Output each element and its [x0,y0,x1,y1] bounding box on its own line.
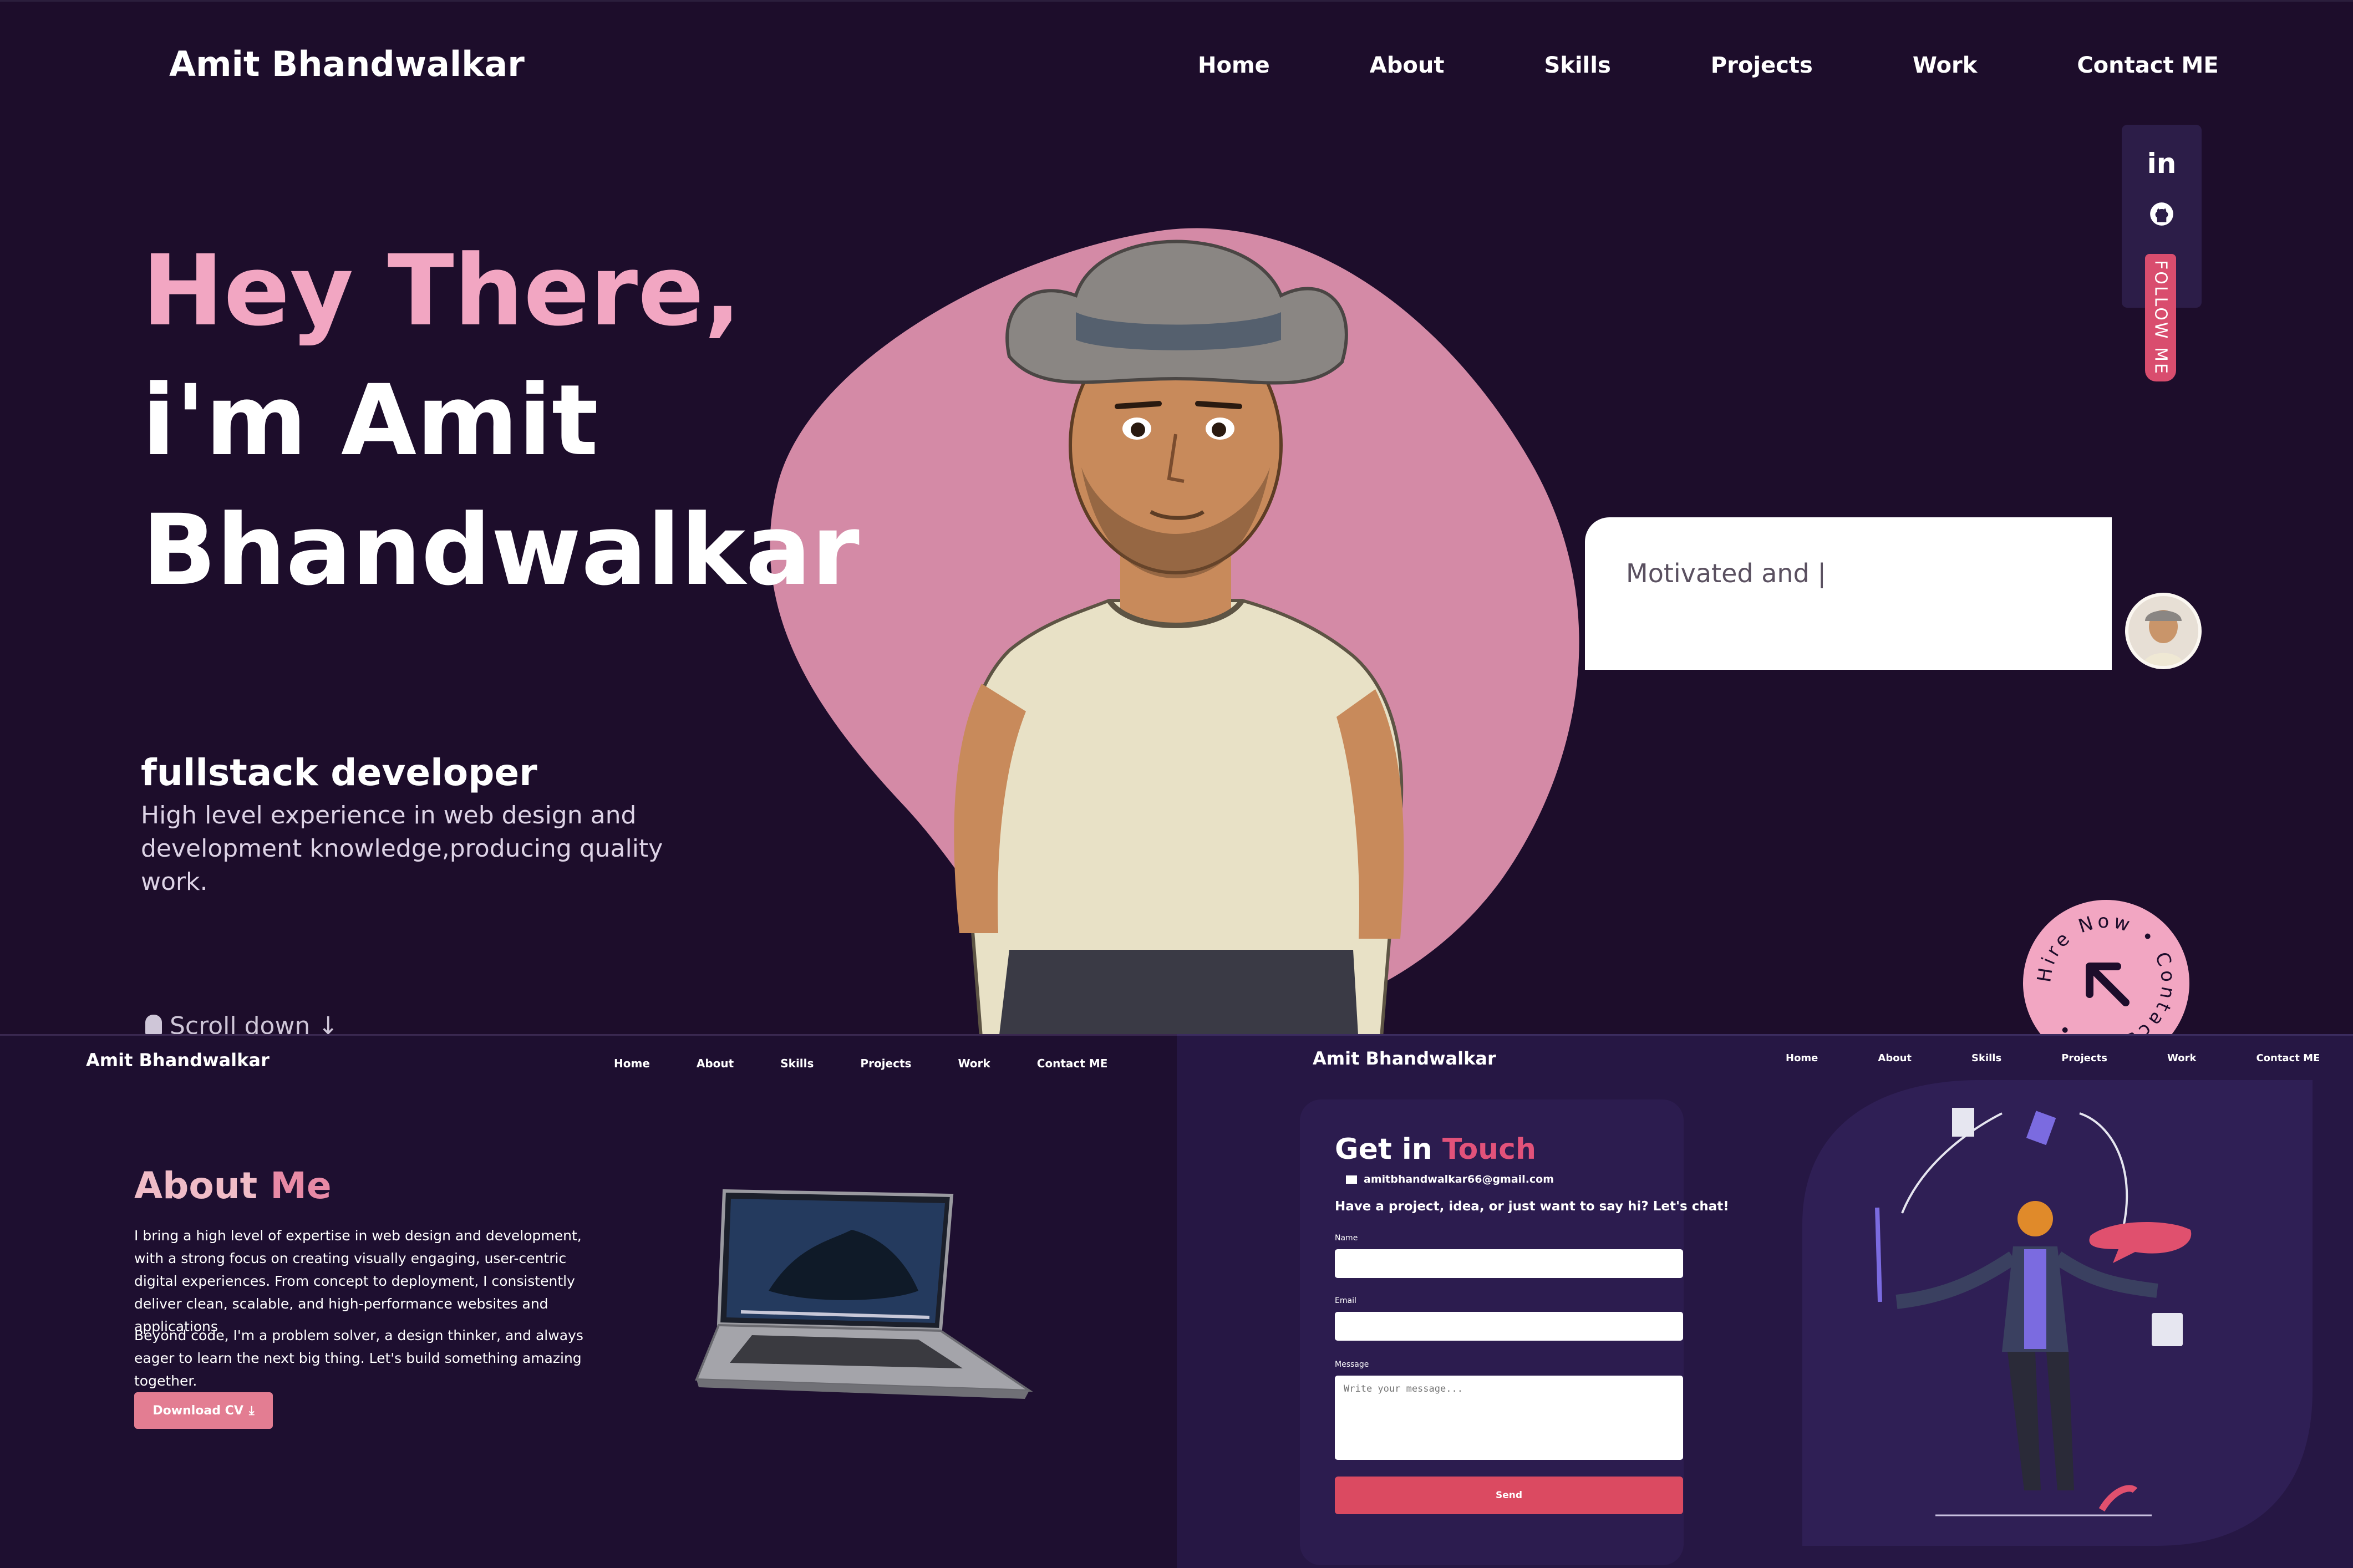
contact-pitch: Have a project, idea, or just want to sa… [1335,1199,1729,1214]
nav-skills[interactable]: Skills [1544,53,1610,78]
about-heading: About Me [134,1164,332,1207]
main-nav: Home About Skills Projects Work Contact … [614,1057,1107,1070]
site-brand[interactable]: Amit Bhandwalkar [169,44,525,84]
email-label: Email [1335,1296,1356,1305]
contact-email-text: amitbhandwalkar66@gmail.com [1364,1173,1554,1185]
hero-role-description: High level experience in web design and … [141,801,663,896]
nav-contact[interactable]: Contact ME [1037,1057,1108,1070]
hero-role: fullstack developer [141,751,537,794]
contact-section: Amit Bhandwalkar Home About Skills Proje… [1177,1034,2353,1568]
email-field[interactable] [1335,1312,1683,1341]
name-field[interactable] [1335,1249,1683,1278]
download-icon: ⤓ [248,1403,255,1418]
svg-text:Hire Now • Contact Me •: Hire Now • Contact Me • [2033,910,2179,1034]
avatar [2125,593,2202,669]
nav-projects[interactable]: Projects [1711,53,1813,78]
about-section: Amit Bhandwalkar Home About Skills Proje… [0,1034,1177,1568]
contact-heading-word2: Touch [1442,1133,1537,1166]
nav-home[interactable]: Home [614,1057,650,1070]
name-label: Name [1335,1234,1358,1243]
scroll-down-label: Scroll down [170,1012,311,1034]
contact-email[interactable]: amitbhandwalkar66@gmail.com [1346,1173,1554,1185]
nav-home[interactable]: Home [1198,53,1270,78]
message-label: Message [1335,1360,1369,1369]
linkedin-icon[interactable]: in [2145,147,2178,180]
nav-contact[interactable]: Contact ME [2077,53,2218,78]
nav-work[interactable]: Work [1913,53,1978,78]
site-brand[interactable]: Amit Bhandwalkar [86,1050,270,1071]
nav-work[interactable]: Work [958,1057,990,1070]
nav-projects[interactable]: Projects [860,1057,911,1070]
hero-section: Amit Bhandwalkar Home About Skills Proje… [0,0,2353,1034]
hire-badge-text: Hire Now • Contact Me • [2033,910,2176,1034]
download-cv-label: Download CV [153,1403,243,1418]
typing-text: Motivated and | [1626,558,1826,588]
contact-heading-word1: Get in [1335,1133,1432,1166]
follow-me-label: FOLLOW ME [2151,260,2171,375]
hero-heading-line2: i'm Amit [142,364,598,477]
laptop-image [695,1189,1033,1399]
message-field[interactable] [1335,1376,1683,1460]
hero-heading: Hey There, i'm Amit Bhandwalkar [142,226,860,615]
main-nav: Home About Skills Projects Work Contact … [1198,53,2219,78]
download-cv-button[interactable]: Download CV ⤓ [134,1392,273,1429]
send-button[interactable]: Send [1335,1477,1683,1514]
arrow-up-left-icon [2086,963,2130,1006]
nav-about[interactable]: About [697,1057,734,1070]
document-icon [1952,1108,1974,1137]
about-paragraph-2: Beyond code, I'm a problem solver, a des… [134,1327,583,1389]
about-heading-word2: Me [270,1164,332,1207]
github-icon[interactable] [2145,200,2178,233]
site-brand[interactable]: Amit Bhandwalkar [1313,1048,1496,1069]
contact-heading: Get in Touch [1335,1133,1536,1166]
about-heading-word1: About [134,1164,258,1207]
scroll-down-link[interactable]: Scroll down ↓ [145,1012,338,1034]
hero-character-illustration [954,240,1404,1034]
contact-illustration [1802,1080,2313,1546]
about-paragraph-1: I bring a high level of expertise in web… [134,1228,582,1335]
envelope-icon [1346,1175,1357,1184]
typing-message-box: Motivated and | [1585,517,2112,670]
arrow-down-icon: ↓ [318,1012,339,1034]
hero-heading-line1: Hey There, [142,234,741,348]
nav-skills[interactable]: Skills [780,1057,814,1070]
hero-heading-line3: Bhandwalkar [142,493,860,607]
follow-me-tab[interactable]: FOLLOW ME [2145,254,2176,381]
hire-now-badge[interactable]: Hire Now • Contact Me • [2023,900,2189,1034]
mouse-icon [145,1014,162,1034]
nav-about[interactable]: About [1370,53,1445,78]
